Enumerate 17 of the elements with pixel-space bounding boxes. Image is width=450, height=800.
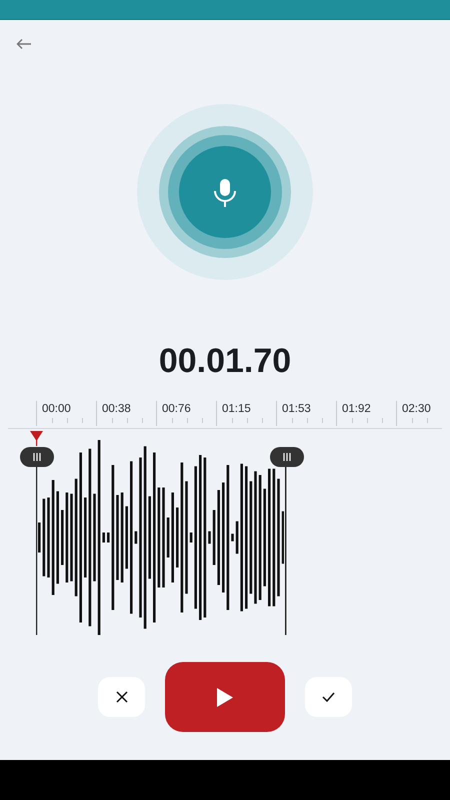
time-label: 01:53 (282, 403, 312, 416)
playhead[interactable] (30, 431, 43, 446)
close-button[interactable] (98, 677, 145, 717)
check-icon (322, 692, 335, 702)
play-icon (217, 688, 233, 706)
time-label: 00:38 (102, 403, 132, 416)
time-label: 01:92 (342, 403, 372, 416)
time-label: 01:15 (222, 403, 252, 416)
time-label: 00:00 (42, 403, 72, 416)
trim-handle[interactable] (20, 447, 54, 467)
microphone-icon[interactable] (136, 103, 314, 281)
close-icon (116, 691, 128, 703)
play-button[interactable] (165, 662, 285, 732)
time-label: 00:76 (162, 403, 192, 416)
trim-handle[interactable] (270, 447, 304, 467)
elapsed-time: 00.01.70 (158, 341, 292, 382)
time-label: 02:30 (402, 403, 432, 416)
